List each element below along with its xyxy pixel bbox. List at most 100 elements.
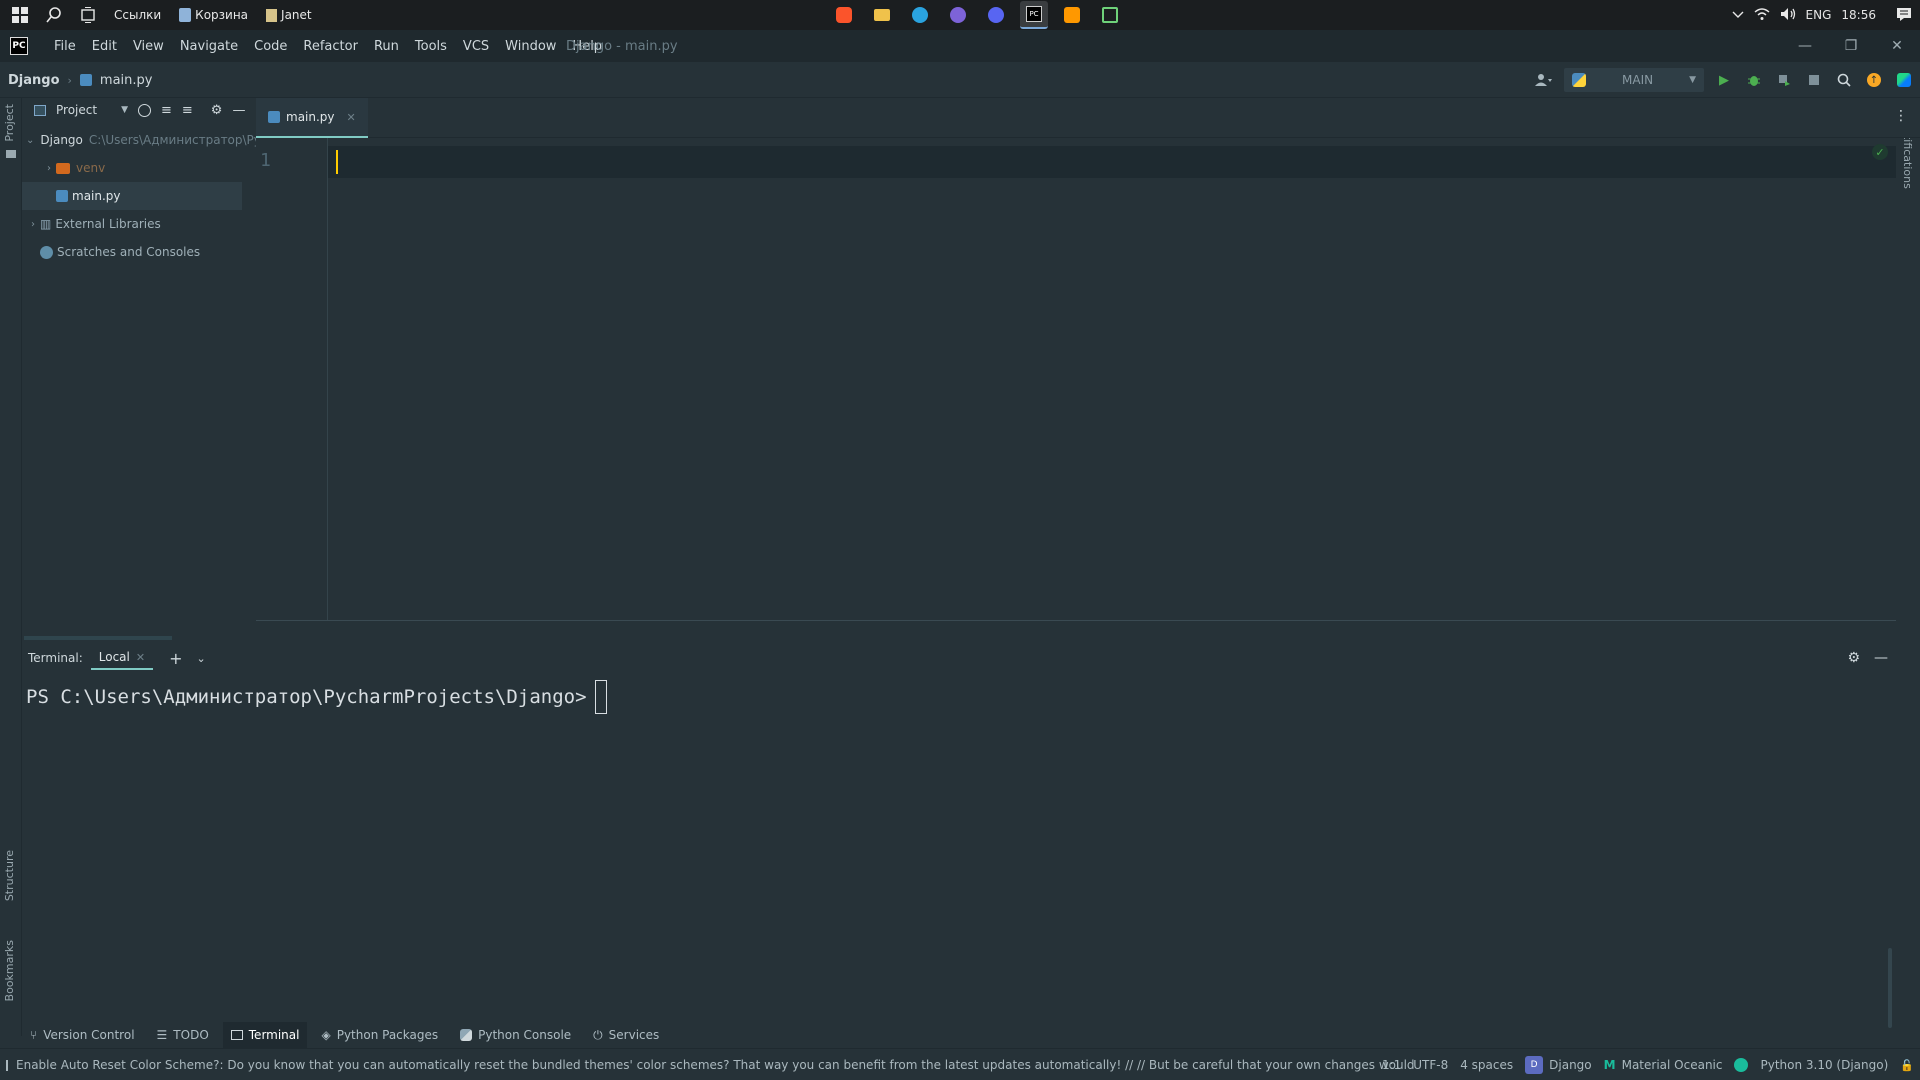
tree-item-external-libraries[interactable]: › ▥ External Libraries bbox=[22, 210, 256, 238]
project-badge-icon: D bbox=[1525, 1056, 1544, 1074]
user-shortcut[interactable]: Janet bbox=[260, 3, 318, 27]
breadcrumb-project[interactable]: Django bbox=[8, 73, 60, 88]
menu-window[interactable]: Window bbox=[497, 30, 564, 62]
windows-start-icon[interactable] bbox=[6, 3, 34, 27]
project-tab-label: Project bbox=[3, 104, 16, 142]
chevron-up-icon[interactable] bbox=[1732, 8, 1744, 22]
terminal-scrollbar[interactable] bbox=[1888, 948, 1892, 1028]
terminal-output[interactable]: PS C:\Users\Администратор\PycharmProject… bbox=[22, 672, 1898, 1032]
editor-gutter: 1 bbox=[256, 138, 328, 620]
gear-icon[interactable]: ⚙ bbox=[211, 103, 223, 118]
bookmarks-tool-tab[interactable]: Bookmarks bbox=[3, 940, 16, 1001]
run-configuration-select[interactable]: MAIN ▼ bbox=[1564, 68, 1704, 92]
tree-item-main-py[interactable]: main.py bbox=[22, 182, 242, 210]
chevron-down-icon[interactable]: ⌄ bbox=[197, 652, 206, 665]
volume-icon[interactable] bbox=[1780, 7, 1796, 24]
tool-version-control[interactable]: ⑂ Version Control bbox=[22, 1022, 143, 1048]
new-terminal-icon[interactable]: + bbox=[169, 649, 182, 668]
close-icon[interactable]: ✕ bbox=[1874, 30, 1920, 62]
trash-shortcut[interactable]: Корзина bbox=[173, 3, 254, 27]
chevron-down-icon[interactable]: ▼ bbox=[121, 105, 128, 115]
tool-python-packages[interactable]: ◈ Python Packages bbox=[313, 1022, 446, 1048]
editor-tab-main-py[interactable]: main.py ✕ bbox=[256, 98, 368, 138]
tree-item-scratches[interactable]: Scratches and Consoles bbox=[22, 238, 256, 266]
status-message[interactable]: Enable Auto Reset Color Scheme?: Do you … bbox=[6, 1049, 1416, 1080]
menu-run[interactable]: Run bbox=[366, 30, 407, 62]
tool-terminal[interactable]: Terminal bbox=[222, 1022, 308, 1048]
recycle-bin-icon bbox=[179, 8, 192, 22]
theme-widget[interactable]: M Material Oceanic bbox=[1604, 1058, 1723, 1072]
menu-vcs[interactable]: VCS bbox=[455, 30, 497, 62]
minimize-icon[interactable]: — bbox=[1782, 30, 1828, 62]
close-tab-icon[interactable]: ✕ bbox=[347, 111, 356, 124]
tool-services[interactable]: ⏻ Services bbox=[585, 1022, 667, 1048]
brave-browser-icon[interactable] bbox=[830, 1, 858, 29]
tree-item-django[interactable]: ⌄ Django C:\Users\Администратор\Py bbox=[22, 126, 256, 154]
menu-tools[interactable]: Tools bbox=[407, 30, 455, 62]
menu-edit[interactable]: Edit bbox=[84, 30, 125, 62]
menu-refactor[interactable]: Refactor bbox=[295, 30, 366, 62]
code-editor[interactable]: 1 ✓ bbox=[256, 138, 1896, 620]
gear-icon[interactable]: ⚙ bbox=[1847, 650, 1860, 666]
tree-item-label: main.py bbox=[72, 189, 121, 203]
more-options-icon[interactable]: ⋮ bbox=[1894, 108, 1908, 124]
clock[interactable]: 18:56 bbox=[1841, 8, 1876, 22]
updates-icon[interactable]: ↑ bbox=[1864, 70, 1884, 90]
caret-position[interactable]: 1:1 bbox=[1382, 1058, 1401, 1072]
close-tab-icon[interactable]: ✕ bbox=[136, 651, 145, 664]
wifi-icon[interactable] bbox=[1754, 7, 1770, 24]
locate-file-icon[interactable] bbox=[137, 103, 151, 117]
event-log-icon bbox=[6, 1059, 8, 1071]
search-everywhere-icon[interactable] bbox=[1834, 70, 1854, 90]
debug-icon[interactable] bbox=[1744, 70, 1764, 90]
sublime-text-icon[interactable] bbox=[1058, 1, 1086, 29]
discord-icon[interactable] bbox=[982, 1, 1010, 29]
structure-tool-tab[interactable]: Structure bbox=[3, 850, 16, 901]
app-frame-icon[interactable] bbox=[1096, 1, 1124, 29]
project-tool-tab[interactable]: Project bbox=[3, 104, 16, 142]
viber-icon[interactable] bbox=[944, 1, 972, 29]
menu-file[interactable]: File bbox=[46, 30, 84, 62]
restore-icon[interactable]: ❐ bbox=[1828, 30, 1874, 62]
collapse-all-icon[interactable]: ≡ bbox=[182, 103, 193, 118]
indent-setting[interactable]: 4 spaces bbox=[1460, 1058, 1513, 1072]
stop-icon[interactable] bbox=[1804, 70, 1824, 90]
task-view-icon[interactable] bbox=[74, 3, 102, 27]
file-explorer-icon[interactable] bbox=[868, 1, 896, 29]
tool-python-console[interactable]: Python Console bbox=[452, 1022, 579, 1048]
menu-code[interactable]: Code bbox=[246, 30, 295, 62]
jetbrains-toolbox-icon[interactable] bbox=[1894, 70, 1914, 90]
links-toolbar[interactable]: Ссылки bbox=[108, 3, 167, 27]
project-view-select[interactable]: Project bbox=[56, 103, 97, 117]
telegram-icon[interactable] bbox=[906, 1, 934, 29]
chevron-right-icon[interactable]: › bbox=[42, 163, 56, 174]
editor-tab-label: main.py bbox=[286, 110, 335, 124]
expand-all-icon[interactable]: ≡ bbox=[161, 103, 172, 118]
project-widget[interactable]: D Django bbox=[1525, 1056, 1592, 1074]
python-interpreter[interactable]: Python 3.10 (Django) bbox=[1760, 1058, 1888, 1072]
pycharm-taskbar-icon[interactable]: PC bbox=[1020, 1, 1048, 29]
search-icon[interactable] bbox=[40, 3, 68, 27]
run-icon[interactable]: ▶ bbox=[1714, 70, 1734, 90]
chevron-right-icon[interactable]: › bbox=[26, 219, 40, 230]
menu-navigate[interactable]: Navigate bbox=[172, 30, 246, 62]
coverage-icon[interactable] bbox=[1774, 70, 1794, 90]
editor-terminal-divider[interactable] bbox=[256, 620, 1896, 621]
chevron-down-icon[interactable]: ⌄ bbox=[26, 135, 34, 146]
navigation-bar: Django › main.py MAIN ▼ ▶ ↑ bbox=[0, 62, 1920, 98]
terminal-tab-local[interactable]: Local ✕ bbox=[90, 646, 154, 670]
menu-view[interactable]: View bbox=[125, 30, 172, 62]
inspection-ok-icon[interactable]: ✓ bbox=[1872, 144, 1888, 160]
breadcrumb-file[interactable]: main.py bbox=[100, 73, 153, 88]
notification-center-icon[interactable] bbox=[1886, 6, 1912, 25]
language-indicator[interactable]: ENG bbox=[1806, 8, 1832, 22]
project-tree: ⌄ Django C:\Users\Администратор\Py › ven… bbox=[22, 126, 256, 266]
hide-panel-icon[interactable]: — bbox=[1874, 650, 1888, 666]
tree-item-venv[interactable]: › venv bbox=[22, 154, 256, 182]
file-encoding[interactable]: UTF-8 bbox=[1413, 1058, 1448, 1072]
lock-icon[interactable]: 🔓 bbox=[1900, 1059, 1914, 1072]
panel-resize-handle[interactable] bbox=[24, 636, 172, 640]
hide-panel-icon[interactable]: — bbox=[232, 103, 245, 118]
tool-todo[interactable]: ☰ TODO bbox=[149, 1022, 217, 1048]
user-account-icon[interactable] bbox=[1534, 70, 1554, 90]
